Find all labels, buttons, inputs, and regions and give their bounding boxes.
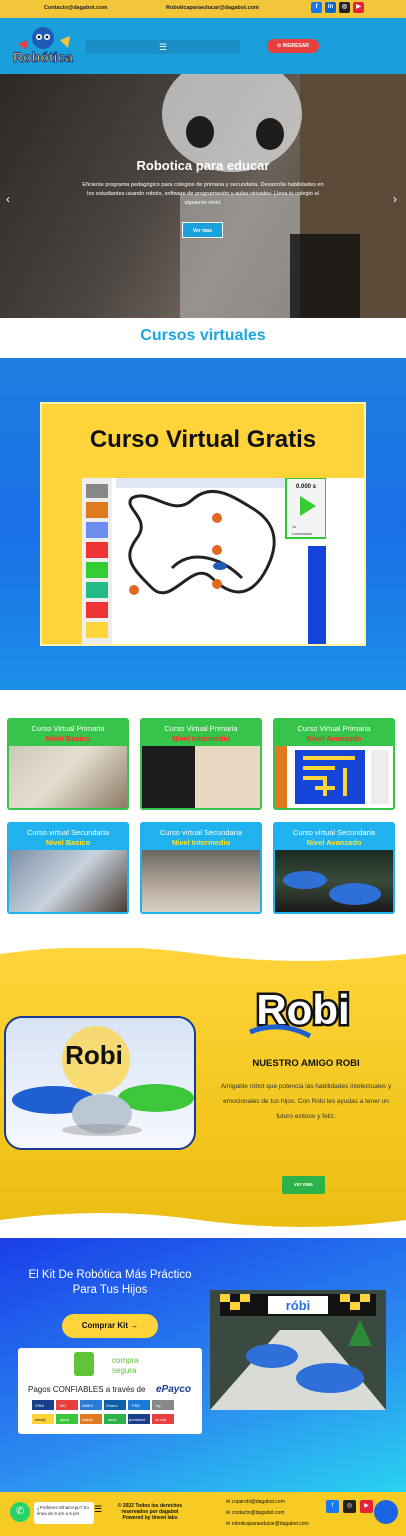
svg-text:puntored: puntored — [129, 1417, 145, 1422]
robi-ver-mas-button[interactable]: ver mas — [282, 1176, 325, 1194]
site-footer: ✆ ¿Prefieres WhatsApp? En línea de 8 am … — [0, 1492, 406, 1536]
robi-robots-photo — [275, 850, 393, 912]
login-button[interactable]: ⊙ INGRESAR — [267, 39, 319, 53]
card-subtitle: Nivel Intermedio — [171, 734, 231, 743]
robi-product-image: Robi — [4, 1016, 196, 1150]
free-course-banner[interactable]: Curso Virtual Gratis 0.000 s 1x Luminosi… — [40, 402, 366, 646]
svg-text:segura: segura — [112, 1366, 137, 1375]
footer-youtube-icon[interactable]: ▶ — [360, 1500, 373, 1513]
kit-section: El Kit De Robótica Más Práctico Para Tus… — [0, 1238, 406, 1492]
chat-widget-icon[interactable] — [374, 1500, 398, 1524]
footer-facebook-icon[interactable]: f — [326, 1500, 339, 1513]
hamburger-icon: ☰ — [158, 42, 168, 52]
student-laptop-photo — [142, 746, 260, 808]
contact-email[interactable]: Contacto@dagabot.com — [44, 5, 107, 11]
svg-text:PSE: PSE — [132, 1403, 140, 1408]
payment-trust-badge: SSL compra segura Pagos CONFIABLES a tra… — [18, 1348, 202, 1434]
course-card-primaria-intermedio[interactable]: Curso Virtual Primaria Nivel Intermedio — [140, 718, 262, 810]
footer-email-label: contacto@dagabot.com — [231, 1510, 285, 1516]
svg-text:Luminosidad: Luminosidad — [292, 532, 312, 536]
card-subtitle: Nivel Avanzado — [306, 734, 362, 743]
youtube-icon[interactable]: ▶ — [353, 2, 364, 13]
kit-title: El Kit De Robótica Más Práctico Para Tus… — [28, 1269, 192, 1296]
card-title: Curso virtual Secundaria — [159, 828, 243, 837]
card-title: Curso virtual Secundaria — [292, 828, 376, 837]
footer-email-education[interactable]: ✉ roboticaparaeducar@dagabot.com — [226, 1521, 309, 1527]
course-simulator-preview: 0.000 s 1x Luminosidad — [82, 477, 364, 644]
facebook-icon[interactable]: f — [311, 2, 322, 13]
course-card-primaria-basico[interactable]: Curso Virtual Primaria Nivel Basico — [7, 718, 129, 810]
hero-slider: Robotica para educar Eficiente programa … — [0, 74, 406, 318]
instagram-icon[interactable]: ◎ — [339, 2, 350, 13]
card-title: Curso Virtual Primaria — [31, 724, 105, 733]
footer-email-copa[interactable]: ✉ coparobi@dagabot.com — [226, 1499, 285, 1505]
education-email[interactable]: Roboticaparaeducar@dagabot.com — [166, 5, 259, 11]
svg-text:Diners: Diners — [106, 1403, 118, 1408]
course-card-secundaria-avanzado[interactable]: Curso virtual Secundaria Nivel Avanzado — [273, 822, 395, 914]
wave-divider-bottom — [0, 1213, 406, 1230]
svg-text:baloto: baloto — [82, 1417, 94, 1422]
card-subtitle: Nivel Avanzado — [306, 838, 362, 847]
section-title: Cursos virtuales — [140, 327, 266, 344]
svg-text:Pagos CONFIABLES a través de: Pagos CONFIABLES a través de — [28, 1385, 146, 1394]
svg-text:Robótica: Robótica — [13, 49, 73, 65]
course-card-primaria-avanzado[interactable]: Curso Virtual Primaria Nivel Avanzado — [273, 718, 395, 810]
robi-kit-photo: róbi — [210, 1290, 386, 1410]
robi-description: NUESTRO AMIGO ROBI Amigable robot que po… — [218, 1058, 394, 1124]
svg-text:efecty: efecty — [35, 1417, 46, 1422]
footer-email-label: roboticaparaeducar@dagabot.com — [231, 1521, 309, 1527]
course-card-secundaria-intermedio[interactable]: Curso virtual Secundaria Nivel Intermedi… — [140, 822, 262, 914]
course-card-secundaria-basico[interactable]: Curso virtual Secundaria Nivel Basico — [7, 822, 129, 914]
top-bar: Contacto@dagabot.com Roboticaparaeducar@… — [0, 0, 406, 18]
menu-toggle[interactable]: ☰ — [86, 40, 240, 54]
svg-text:servi: servi — [108, 1417, 117, 1422]
card-title: Curso virtual Secundaria — [26, 828, 110, 837]
robi-text: Amigable robot que potencia las habilida… — [220, 1083, 392, 1120]
svg-text:ePayco: ePayco — [156, 1384, 191, 1395]
card-title: Curso Virtual Primaria — [297, 724, 371, 733]
svg-text:0.000 s: 0.000 s — [296, 484, 317, 490]
copyright-text: © 2022 Todos los derechos reservados por… — [117, 1503, 183, 1521]
robi-heading: NUESTRO AMIGO ROBI — [252, 1058, 360, 1069]
card-title: Curso Virtual Primaria — [164, 724, 238, 733]
whatsapp-bubble[interactable]: ¿Prefieres WhatsApp? En línea de 8 am a … — [34, 1502, 94, 1524]
svg-text:gana: gana — [60, 1417, 70, 1422]
card-subtitle: Nivel Intermedio — [171, 838, 231, 847]
linkedin-icon[interactable]: in — [325, 2, 336, 13]
robot-track-photo — [142, 850, 260, 912]
footer-instagram-icon[interactable]: ◎ — [343, 1500, 356, 1513]
footer-email-label: coparobi@dagabot.com — [231, 1499, 285, 1505]
robi-logo: Robi — [249, 984, 352, 1039]
svg-text:AMEX: AMEX — [82, 1403, 94, 1408]
slider-prev-icon[interactable]: ‹ — [6, 192, 10, 206]
hero-text: Eficiente programa pedagógico para coleg… — [82, 182, 324, 206]
footer-menu-icon[interactable]: ☰ — [94, 1504, 102, 1515]
svg-text:1x: 1x — [292, 524, 296, 529]
svg-text:eg: eg — [156, 1403, 160, 1408]
buy-kit-button[interactable]: Comprar Kit → — [62, 1314, 158, 1338]
card-subtitle: Nivel Basico — [45, 734, 91, 743]
svg-text:compra: compra — [112, 1356, 139, 1365]
svg-text:Robi: Robi — [65, 1040, 123, 1070]
hero-ver-mas-button[interactable]: Ver mas — [182, 222, 223, 238]
footer-email-contact[interactable]: ✉ contacto@dagabot.com — [226, 1510, 284, 1516]
card-subtitle: Nivel Basico — [45, 838, 91, 847]
login-label: INGRESAR — [282, 43, 309, 49]
slider-next-icon[interactable]: › — [393, 192, 397, 206]
svg-text:VISA: VISA — [35, 1403, 44, 1408]
svg-text:róbi: róbi — [286, 1298, 311, 1313]
classroom-photo — [9, 746, 127, 808]
free-course-title: Curso Virtual Gratis — [89, 426, 317, 453]
classroom-photo — [9, 850, 127, 912]
maze-screenshot — [275, 746, 393, 808]
svg-text:su red: su red — [155, 1417, 166, 1422]
site-header: Robótica ☰ ⊙ INGRESAR — [0, 18, 406, 74]
svg-text:SSL: SSL — [102, 1354, 110, 1359]
hero-title: Robotica para educar — [136, 158, 270, 173]
whatsapp-icon[interactable]: ✆ — [10, 1502, 30, 1522]
site-logo[interactable]: Robótica — [8, 24, 78, 70]
robi-section: Robi Robi NUESTRO AMIGO ROBI Amigable ro… — [0, 944, 406, 1230]
svg-text:MC: MC — [60, 1403, 66, 1408]
